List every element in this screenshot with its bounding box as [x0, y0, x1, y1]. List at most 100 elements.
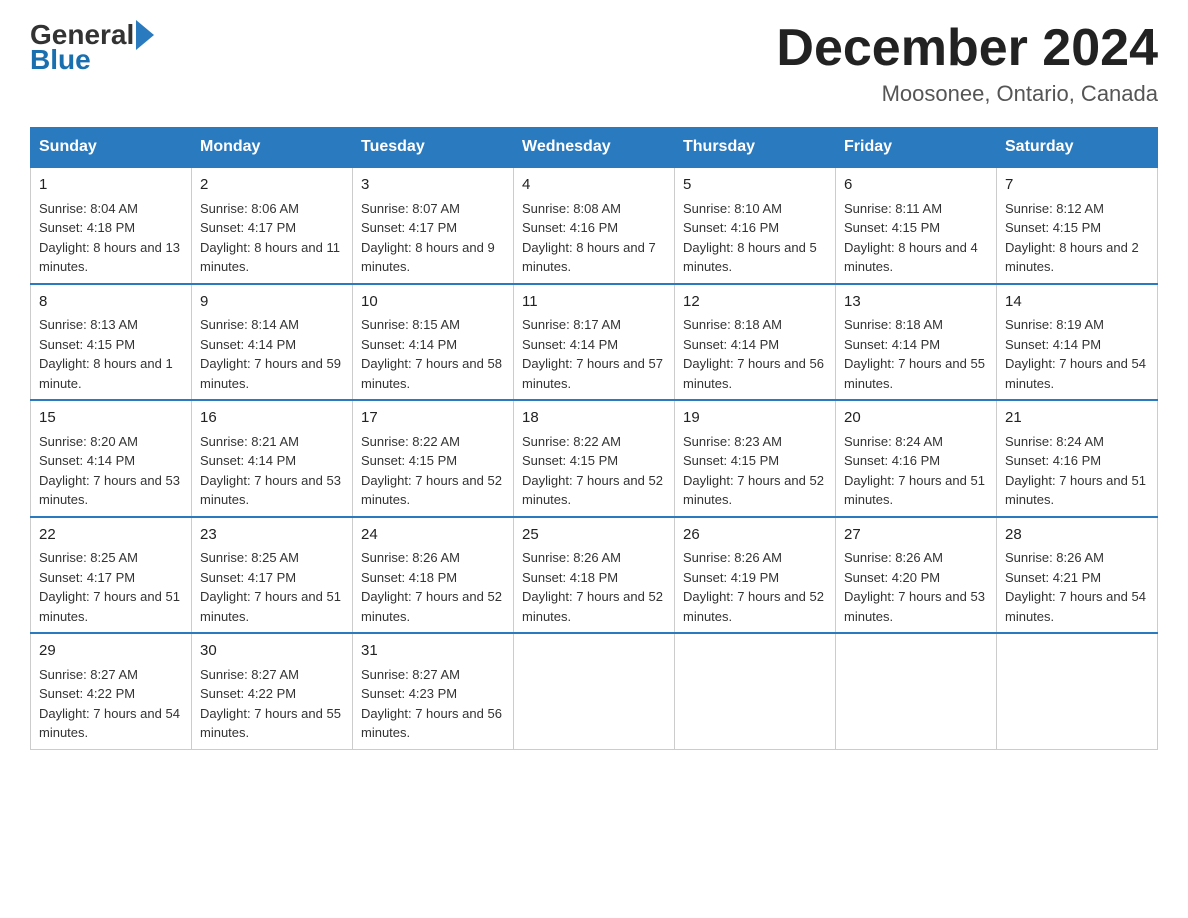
day-number: 17: [361, 407, 505, 430]
day-number: 30: [200, 640, 344, 663]
calendar-cell: 20 Sunrise: 8:24 AMSunset: 4:16 PMDaylig…: [836, 400, 997, 517]
day-info: Sunrise: 8:13 AMSunset: 4:15 PMDaylight:…: [39, 317, 173, 391]
calendar-cell: [675, 633, 836, 749]
day-number: 11: [522, 291, 666, 314]
calendar-cell: 5 Sunrise: 8:10 AMSunset: 4:16 PMDayligh…: [675, 167, 836, 284]
day-info: Sunrise: 8:22 AMSunset: 4:15 PMDaylight:…: [361, 434, 502, 508]
day-info: Sunrise: 8:25 AMSunset: 4:17 PMDaylight:…: [39, 550, 180, 624]
weekday-header-friday: Friday: [836, 128, 997, 168]
month-title: December 2024: [776, 20, 1158, 77]
day-number: 6: [844, 174, 988, 197]
day-number: 16: [200, 407, 344, 430]
calendar-cell: 26 Sunrise: 8:26 AMSunset: 4:19 PMDaylig…: [675, 517, 836, 634]
day-number: 13: [844, 291, 988, 314]
day-info: Sunrise: 8:20 AMSunset: 4:14 PMDaylight:…: [39, 434, 180, 508]
page-header: General Blue December 2024 Moosonee, Ont…: [30, 20, 1158, 107]
calendar-cell: 17 Sunrise: 8:22 AMSunset: 4:15 PMDaylig…: [353, 400, 514, 517]
week-row-5: 29 Sunrise: 8:27 AMSunset: 4:22 PMDaylig…: [31, 633, 1158, 749]
calendar-cell: 3 Sunrise: 8:07 AMSunset: 4:17 PMDayligh…: [353, 167, 514, 284]
calendar-cell: 10 Sunrise: 8:15 AMSunset: 4:14 PMDaylig…: [353, 284, 514, 401]
day-number: 18: [522, 407, 666, 430]
day-info: Sunrise: 8:21 AMSunset: 4:14 PMDaylight:…: [200, 434, 341, 508]
day-number: 20: [844, 407, 988, 430]
logo-blue-text: Blue: [30, 46, 91, 74]
day-info: Sunrise: 8:11 AMSunset: 4:15 PMDaylight:…: [844, 201, 978, 275]
calendar-cell: 25 Sunrise: 8:26 AMSunset: 4:18 PMDaylig…: [514, 517, 675, 634]
day-info: Sunrise: 8:26 AMSunset: 4:21 PMDaylight:…: [1005, 550, 1146, 624]
calendar-cell: 24 Sunrise: 8:26 AMSunset: 4:18 PMDaylig…: [353, 517, 514, 634]
day-number: 29: [39, 640, 183, 663]
day-number: 31: [361, 640, 505, 663]
calendar-cell: 7 Sunrise: 8:12 AMSunset: 4:15 PMDayligh…: [997, 167, 1158, 284]
day-info: Sunrise: 8:04 AMSunset: 4:18 PMDaylight:…: [39, 201, 180, 275]
day-info: Sunrise: 8:06 AMSunset: 4:17 PMDaylight:…: [200, 201, 340, 275]
weekday-header-tuesday: Tuesday: [353, 128, 514, 168]
calendar-cell: [836, 633, 997, 749]
day-info: Sunrise: 8:26 AMSunset: 4:20 PMDaylight:…: [844, 550, 985, 624]
logo: General Blue: [30, 20, 154, 74]
day-number: 10: [361, 291, 505, 314]
day-info: Sunrise: 8:26 AMSunset: 4:19 PMDaylight:…: [683, 550, 824, 624]
day-number: 2: [200, 174, 344, 197]
calendar-cell: 18 Sunrise: 8:22 AMSunset: 4:15 PMDaylig…: [514, 400, 675, 517]
day-number: 21: [1005, 407, 1149, 430]
day-number: 7: [1005, 174, 1149, 197]
calendar-cell: 11 Sunrise: 8:17 AMSunset: 4:14 PMDaylig…: [514, 284, 675, 401]
weekday-header-monday: Monday: [192, 128, 353, 168]
title-block: December 2024 Moosonee, Ontario, Canada: [776, 20, 1158, 107]
day-info: Sunrise: 8:15 AMSunset: 4:14 PMDaylight:…: [361, 317, 502, 391]
calendar-cell: 9 Sunrise: 8:14 AMSunset: 4:14 PMDayligh…: [192, 284, 353, 401]
day-number: 8: [39, 291, 183, 314]
day-info: Sunrise: 8:24 AMSunset: 4:16 PMDaylight:…: [844, 434, 985, 508]
calendar-cell: 14 Sunrise: 8:19 AMSunset: 4:14 PMDaylig…: [997, 284, 1158, 401]
calendar-cell: 23 Sunrise: 8:25 AMSunset: 4:17 PMDaylig…: [192, 517, 353, 634]
week-row-3: 15 Sunrise: 8:20 AMSunset: 4:14 PMDaylig…: [31, 400, 1158, 517]
location-text: Moosonee, Ontario, Canada: [776, 81, 1158, 107]
weekday-header-saturday: Saturday: [997, 128, 1158, 168]
calendar-cell: 30 Sunrise: 8:27 AMSunset: 4:22 PMDaylig…: [192, 633, 353, 749]
day-number: 15: [39, 407, 183, 430]
logo-arrow-icon: [136, 20, 154, 50]
calendar-table: SundayMondayTuesdayWednesdayThursdayFrid…: [30, 127, 1158, 750]
calendar-cell: 22 Sunrise: 8:25 AMSunset: 4:17 PMDaylig…: [31, 517, 192, 634]
day-number: 4: [522, 174, 666, 197]
calendar-cell: 2 Sunrise: 8:06 AMSunset: 4:17 PMDayligh…: [192, 167, 353, 284]
calendar-cell: 1 Sunrise: 8:04 AMSunset: 4:18 PMDayligh…: [31, 167, 192, 284]
calendar-cell: 29 Sunrise: 8:27 AMSunset: 4:22 PMDaylig…: [31, 633, 192, 749]
calendar-cell: 31 Sunrise: 8:27 AMSunset: 4:23 PMDaylig…: [353, 633, 514, 749]
day-number: 3: [361, 174, 505, 197]
day-number: 5: [683, 174, 827, 197]
day-info: Sunrise: 8:27 AMSunset: 4:22 PMDaylight:…: [200, 667, 341, 741]
day-number: 19: [683, 407, 827, 430]
calendar-cell: 21 Sunrise: 8:24 AMSunset: 4:16 PMDaylig…: [997, 400, 1158, 517]
day-info: Sunrise: 8:26 AMSunset: 4:18 PMDaylight:…: [522, 550, 663, 624]
calendar-cell: 6 Sunrise: 8:11 AMSunset: 4:15 PMDayligh…: [836, 167, 997, 284]
calendar-cell: 16 Sunrise: 8:21 AMSunset: 4:14 PMDaylig…: [192, 400, 353, 517]
day-number: 14: [1005, 291, 1149, 314]
day-info: Sunrise: 8:24 AMSunset: 4:16 PMDaylight:…: [1005, 434, 1146, 508]
day-info: Sunrise: 8:25 AMSunset: 4:17 PMDaylight:…: [200, 550, 341, 624]
day-number: 22: [39, 524, 183, 547]
day-info: Sunrise: 8:10 AMSunset: 4:16 PMDaylight:…: [683, 201, 817, 275]
day-info: Sunrise: 8:27 AMSunset: 4:23 PMDaylight:…: [361, 667, 502, 741]
week-row-4: 22 Sunrise: 8:25 AMSunset: 4:17 PMDaylig…: [31, 517, 1158, 634]
day-info: Sunrise: 8:18 AMSunset: 4:14 PMDaylight:…: [844, 317, 985, 391]
day-number: 9: [200, 291, 344, 314]
weekday-header-row: SundayMondayTuesdayWednesdayThursdayFrid…: [31, 128, 1158, 168]
day-info: Sunrise: 8:23 AMSunset: 4:15 PMDaylight:…: [683, 434, 824, 508]
day-info: Sunrise: 8:12 AMSunset: 4:15 PMDaylight:…: [1005, 201, 1139, 275]
day-info: Sunrise: 8:08 AMSunset: 4:16 PMDaylight:…: [522, 201, 656, 275]
day-info: Sunrise: 8:26 AMSunset: 4:18 PMDaylight:…: [361, 550, 502, 624]
day-number: 12: [683, 291, 827, 314]
weekday-header-wednesday: Wednesday: [514, 128, 675, 168]
day-info: Sunrise: 8:07 AMSunset: 4:17 PMDaylight:…: [361, 201, 495, 275]
day-number: 1: [39, 174, 183, 197]
calendar-cell: 13 Sunrise: 8:18 AMSunset: 4:14 PMDaylig…: [836, 284, 997, 401]
week-row-2: 8 Sunrise: 8:13 AMSunset: 4:15 PMDayligh…: [31, 284, 1158, 401]
day-number: 23: [200, 524, 344, 547]
day-number: 24: [361, 524, 505, 547]
day-number: 27: [844, 524, 988, 547]
day-info: Sunrise: 8:19 AMSunset: 4:14 PMDaylight:…: [1005, 317, 1146, 391]
calendar-cell: 19 Sunrise: 8:23 AMSunset: 4:15 PMDaylig…: [675, 400, 836, 517]
day-info: Sunrise: 8:17 AMSunset: 4:14 PMDaylight:…: [522, 317, 663, 391]
